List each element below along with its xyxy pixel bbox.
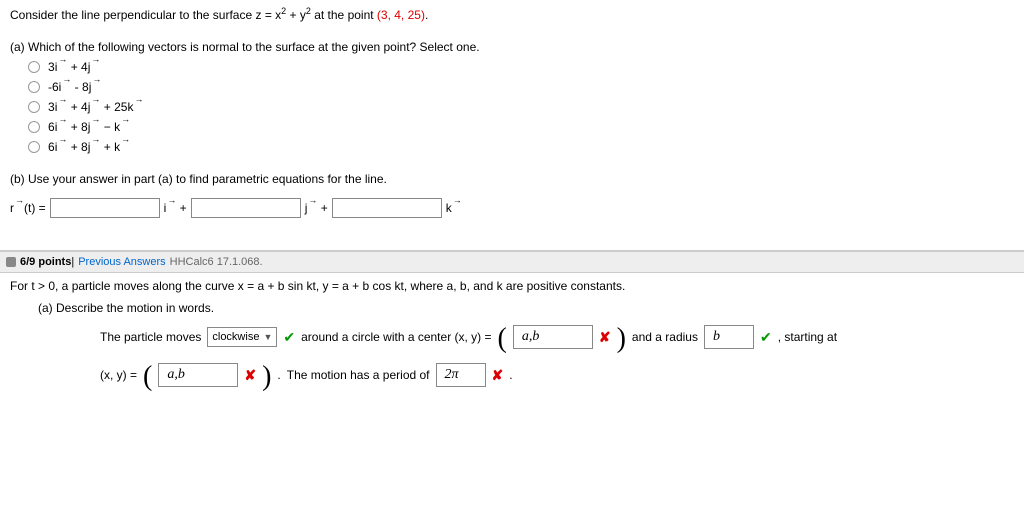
radio-icon[interactable] <box>28 101 40 113</box>
xy-label: (x, y) = <box>100 368 137 382</box>
rt-input-k[interactable] <box>332 198 442 218</box>
option-label: 3i→ + 4j→ <box>48 60 100 74</box>
text-around-circle: around a circle with a center (x, y) = <box>301 330 491 344</box>
bullet-icon <box>6 257 16 267</box>
question-ref: HHCalc6 17.1.068. <box>170 256 263 268</box>
direction-select[interactable]: clockwise▼ <box>207 327 277 347</box>
i-plus: i→ + <box>164 201 187 215</box>
q2-part-a-prompt: (a) Describe the motion in words. <box>38 301 1014 315</box>
text-dot: . <box>509 368 512 382</box>
start-point-input[interactable]: a,b <box>158 363 238 387</box>
center-input[interactable]: a,b <box>513 325 593 349</box>
radio-option-1[interactable]: -6i→ - 8j→ <box>28 80 1014 94</box>
option-label: 6i→ + 8j→ + k→ <box>48 140 130 154</box>
previous-answers-link[interactable]: Previous Answers <box>78 256 165 268</box>
radio-option-2[interactable]: 3i→ + 4j→ + 25k→ <box>28 100 1014 114</box>
q1-part-a-prompt: (a) Which of the following vectors is no… <box>10 40 1014 54</box>
check-icon: ✔ <box>283 329 295 346</box>
option-label: 6i→ + 8j→ − k→ <box>48 120 130 134</box>
points-label: 6/9 points <box>20 256 71 268</box>
radio-icon[interactable] <box>28 61 40 73</box>
text-period: The motion has a period of <box>287 368 430 382</box>
q1-intro: Consider the line perpendicular to the s… <box>10 6 1014 22</box>
cross-icon: ✘ <box>599 329 611 346</box>
q2-intro: For t > 0, a particle moves along the cu… <box>10 279 1014 293</box>
paren-open: ( <box>498 329 507 349</box>
rt-input-j[interactable] <box>191 198 301 218</box>
paren-open: ( <box>143 367 152 387</box>
cross-icon: ✘ <box>244 367 256 384</box>
rt-label: r→(t) = <box>10 201 46 215</box>
option-label: -6i→ - 8j→ <box>48 80 101 94</box>
text-and-radius: and a radius <box>632 330 698 344</box>
period-input[interactable]: 2π <box>436 363 486 387</box>
rt-input-i[interactable] <box>50 198 160 218</box>
option-label: 3i→ + 4j→ + 25k→ <box>48 100 143 114</box>
radio-option-4[interactable]: 6i→ + 8j→ + k→ <box>28 140 1014 154</box>
text-particle-moves: The particle moves <box>100 330 201 344</box>
radio-option-3[interactable]: 6i→ + 8j→ − k→ <box>28 120 1014 134</box>
radio-icon[interactable] <box>28 141 40 153</box>
text-starting-at: , starting at <box>778 330 837 344</box>
cross-icon: ✘ <box>492 367 504 384</box>
k-end: k→ <box>446 201 462 215</box>
question-header-bar: 6/9 points | Previous Answers HHCalc6 17… <box>0 251 1024 273</box>
check-icon: ✔ <box>760 329 772 346</box>
radio-option-0[interactable]: 3i→ + 4j→ <box>28 60 1014 74</box>
radius-input[interactable]: b <box>704 325 754 349</box>
paren-close: ) <box>262 367 271 387</box>
radio-icon[interactable] <box>28 81 40 93</box>
j-plus: j→ + <box>305 201 328 215</box>
radio-icon[interactable] <box>28 121 40 133</box>
chevron-down-icon: ▼ <box>263 332 272 342</box>
q1-part-b-prompt: (b) Use your answer in part (a) to find … <box>10 172 1014 186</box>
paren-close: ) <box>617 329 626 349</box>
